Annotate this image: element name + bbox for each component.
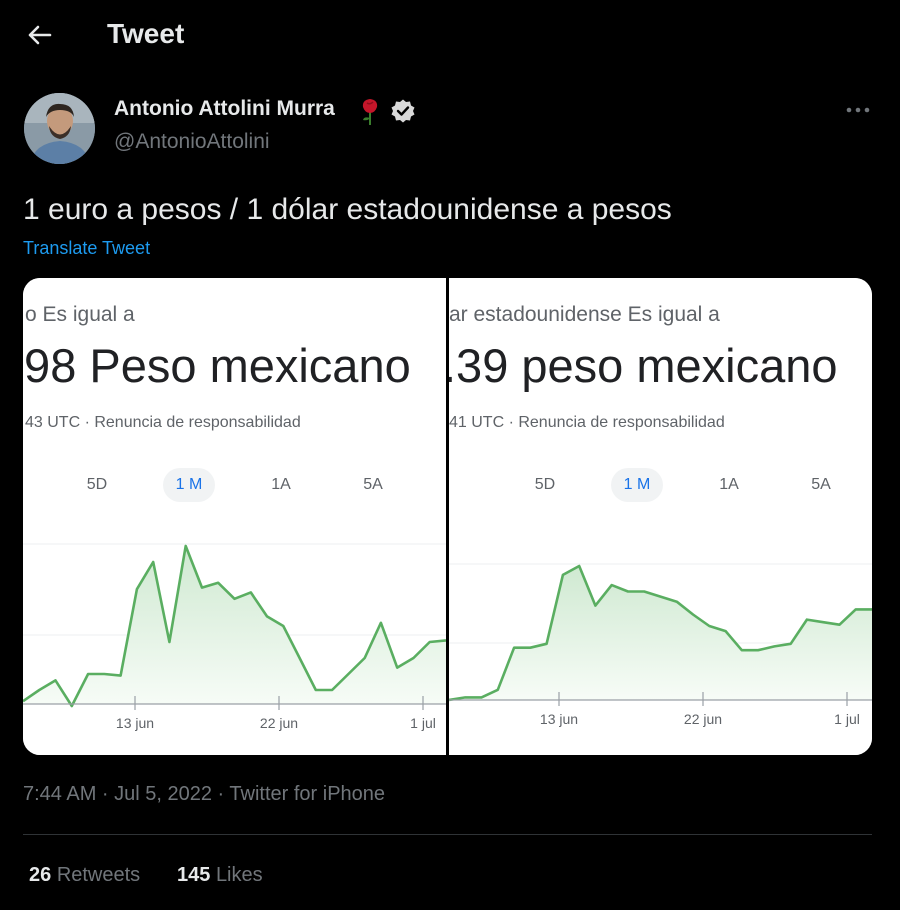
range-5d[interactable]: 5D — [523, 468, 567, 502]
tweet-timestamp[interactable]: 7:44 AM · Jul 5, 2022 · Twitter for iPho… — [23, 783, 385, 806]
more-dots-icon — [846, 107, 870, 113]
conversion-value: .39 peso mexicano — [449, 339, 838, 392]
arrow-left-icon — [28, 25, 52, 45]
avatar[interactable] — [24, 93, 95, 164]
top-bar: Tweet — [0, 0, 900, 72]
conversion-label: o Es igual a — [25, 303, 135, 326]
tweet-text: 1 euro a pesos / 1 dólar estadounidense … — [23, 193, 672, 226]
tweet-media[interactable]: o Es igual a .98 Peso mexicano 43 UTC · … — [23, 278, 872, 755]
profile-photo — [24, 93, 95, 164]
disclaimer-text: 43 UTC · Renuncia de responsabilidad — [25, 414, 301, 431]
exchange-chart: 13 jun 22 jun 1 jul — [23, 543, 446, 731]
x-tick-label: 13 jun — [540, 711, 578, 727]
media-image-right[interactable]: ar estadounidense Es igual a .39 peso me… — [449, 278, 872, 755]
x-tick-label: 1 jul — [834, 711, 860, 727]
author-name[interactable]: Antonio Attolini Murra — [114, 97, 335, 121]
retweets-label: Retweets — [56, 864, 141, 886]
divider — [23, 834, 872, 835]
x-tick-label: 13 jun — [116, 715, 154, 731]
likes-stat[interactable]: 145 Likes — [177, 864, 263, 887]
range-5d[interactable]: 5D — [75, 468, 119, 502]
range-1m[interactable]: 1 M — [611, 468, 663, 502]
range-5a[interactable]: 5A — [351, 468, 395, 502]
back-button[interactable] — [22, 18, 56, 52]
page-title: Tweet — [107, 18, 185, 49]
conversion-value: .98 Peso mexicano — [23, 339, 411, 392]
x-tick-label: 1 jul — [410, 715, 436, 731]
rose-icon — [362, 99, 378, 125]
x-tick-label: 22 jun — [260, 715, 298, 731]
translate-tweet-link[interactable]: Translate Tweet — [23, 238, 150, 259]
area-fill — [449, 566, 872, 700]
x-tick-label: 22 jun — [684, 711, 722, 727]
disclaimer-text: 41 UTC · Renuncia de responsabilidad — [449, 414, 725, 431]
likes-label: Likes — [215, 864, 263, 886]
more-options-button[interactable] — [842, 98, 874, 122]
retweets-stat[interactable]: 26 Retweets — [29, 864, 140, 887]
author-handle[interactable]: @AntonioAttolini — [114, 130, 270, 154]
range-1a[interactable]: 1A — [259, 468, 303, 502]
media-image-left[interactable]: o Es igual a .98 Peso mexicano 43 UTC · … — [23, 278, 446, 755]
exchange-chart: 13 jun 22 jun 1 jul — [449, 563, 872, 727]
range-5a[interactable]: 5A — [799, 468, 843, 502]
likes-count: 145 — [177, 864, 211, 886]
retweets-count: 26 — [29, 864, 52, 886]
range-1a[interactable]: 1A — [707, 468, 751, 502]
conversion-label: ar estadounidense Es igual a — [449, 303, 720, 326]
range-1m[interactable]: 1 M — [163, 468, 215, 502]
verified-badge-icon — [391, 99, 415, 123]
